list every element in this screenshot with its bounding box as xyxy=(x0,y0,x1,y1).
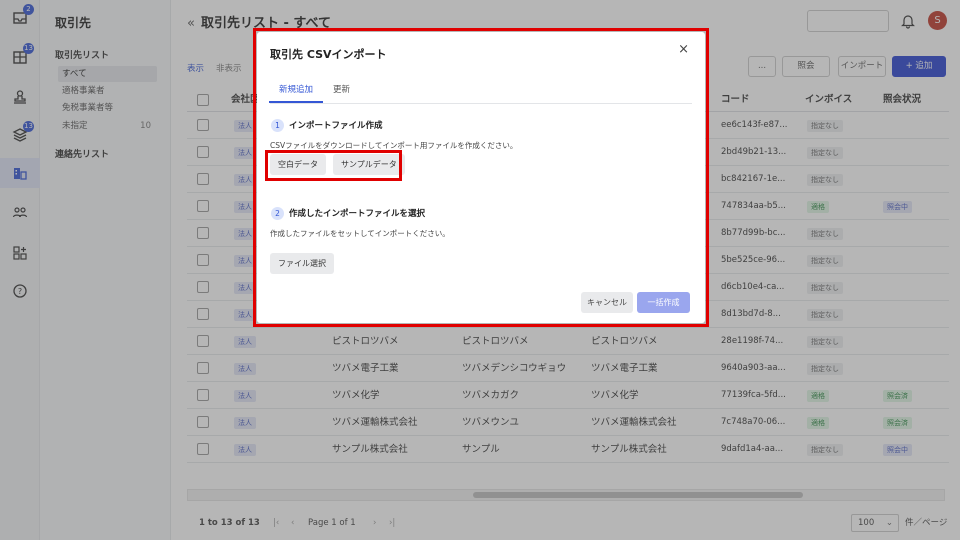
close-icon[interactable]: × xyxy=(678,42,689,57)
csv-import-dialog: 取引先 CSVインポート × 新規追加 更新 1 インポートファイル作成 CSVフ… xyxy=(257,32,705,323)
tab-new[interactable]: 新規追加 xyxy=(268,83,324,103)
dialog-title: 取引先 CSVインポート xyxy=(270,48,387,61)
step1-description: CSVファイルをダウンロードしてインポート用ファイルを作成ください。 xyxy=(270,141,518,150)
tab-update[interactable]: 更新 xyxy=(333,83,350,95)
step1-number: 1 xyxy=(271,119,284,132)
step2-description: 作成したファイルをセットしてインポートください。 xyxy=(270,229,450,238)
tab-divider xyxy=(270,103,692,104)
cancel-button[interactable]: キャンセル xyxy=(581,292,633,313)
step1-heading: 1 インポートファイル作成 xyxy=(271,119,383,132)
bulk-create-button[interactable]: 一括作成 xyxy=(637,292,690,313)
step1-title: インポートファイル作成 xyxy=(289,121,383,131)
blank-data-button[interactable]: 空白データ xyxy=(270,154,326,175)
step2-number: 2 xyxy=(271,207,284,220)
step2-heading: 2 作成したインポートファイルを選択 xyxy=(271,207,425,220)
step2-title: 作成したインポートファイルを選択 xyxy=(289,209,426,219)
sample-data-button[interactable]: サンプルデータ xyxy=(333,154,405,175)
file-select-button[interactable]: ファイル選択 xyxy=(270,253,334,274)
